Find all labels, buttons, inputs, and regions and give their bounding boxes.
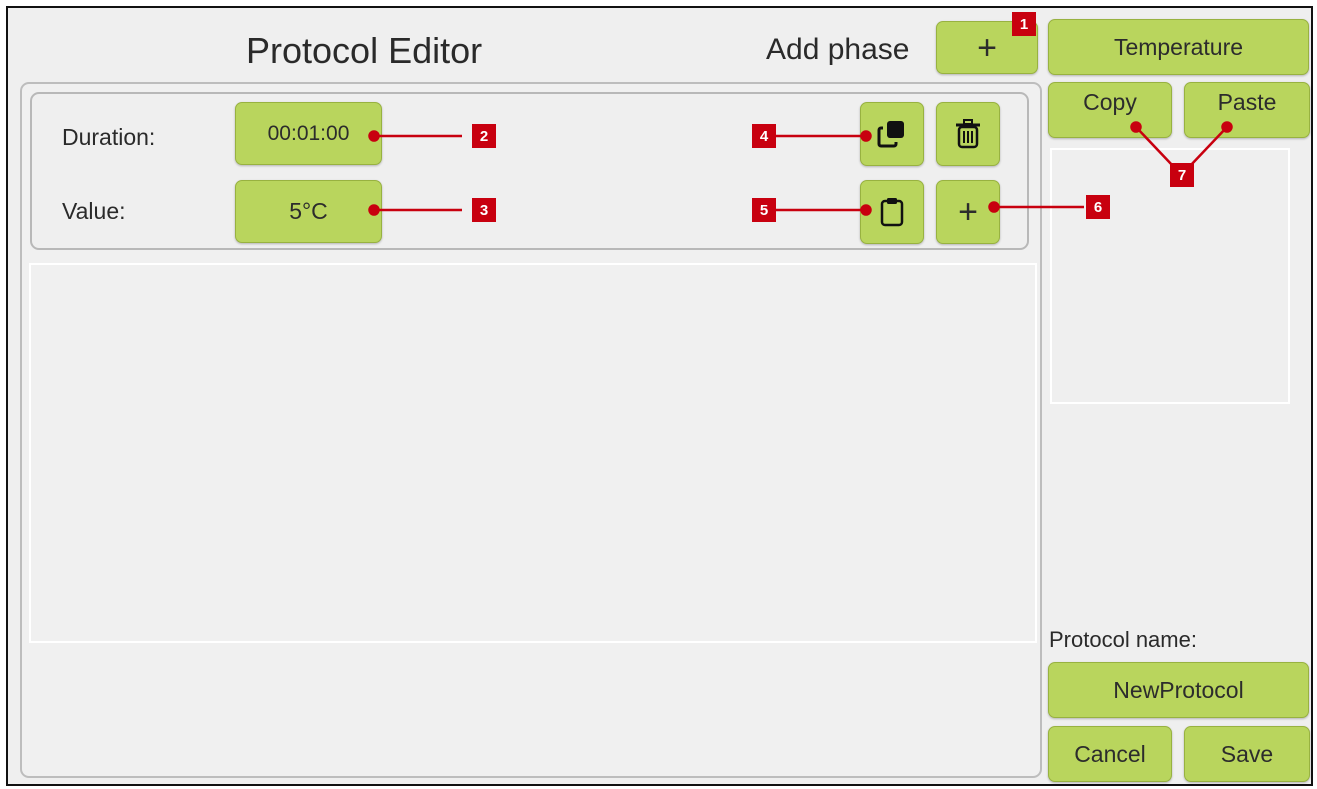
marker-4: 4	[752, 124, 776, 148]
marker-2: 2	[472, 124, 496, 148]
copy-button[interactable]: Copy	[1048, 82, 1172, 138]
paste-button[interactable]: Paste	[1184, 82, 1310, 138]
copy-phase-button[interactable]	[860, 102, 924, 166]
marker-6: 6	[1086, 195, 1110, 219]
trash-icon	[956, 119, 980, 149]
page-title: Protocol Editor	[246, 30, 483, 71]
protocol-name-field[interactable]: NewProtocol	[1048, 662, 1309, 718]
add-phase-after-button[interactable]: +	[936, 180, 1000, 244]
marker-1: 1	[1012, 12, 1036, 36]
save-button[interactable]: Save	[1184, 726, 1310, 782]
value-button[interactable]: 5°C	[235, 180, 382, 243]
copy-icon	[877, 121, 904, 148]
paste-phase-button[interactable]	[860, 180, 924, 244]
duration-button[interactable]: 00:01:00	[235, 102, 382, 165]
delete-phase-button[interactable]	[936, 102, 1000, 166]
cancel-button[interactable]: Cancel	[1048, 726, 1172, 782]
duration-label: Duration:	[62, 124, 156, 150]
plus-icon: +	[977, 28, 997, 67]
value-label: Value:	[62, 198, 126, 224]
temperature-button[interactable]: Temperature	[1048, 19, 1309, 75]
protocol-graph-area	[29, 263, 1037, 643]
marker-3: 3	[472, 198, 496, 222]
marker-7: 7	[1170, 163, 1194, 187]
protocol-name-label: Protocol name:	[1049, 627, 1197, 652]
clipboard-icon	[880, 198, 904, 227]
plus-icon: +	[958, 193, 978, 231]
add-phase-label: Add phase	[766, 33, 910, 66]
marker-5: 5	[752, 198, 776, 222]
